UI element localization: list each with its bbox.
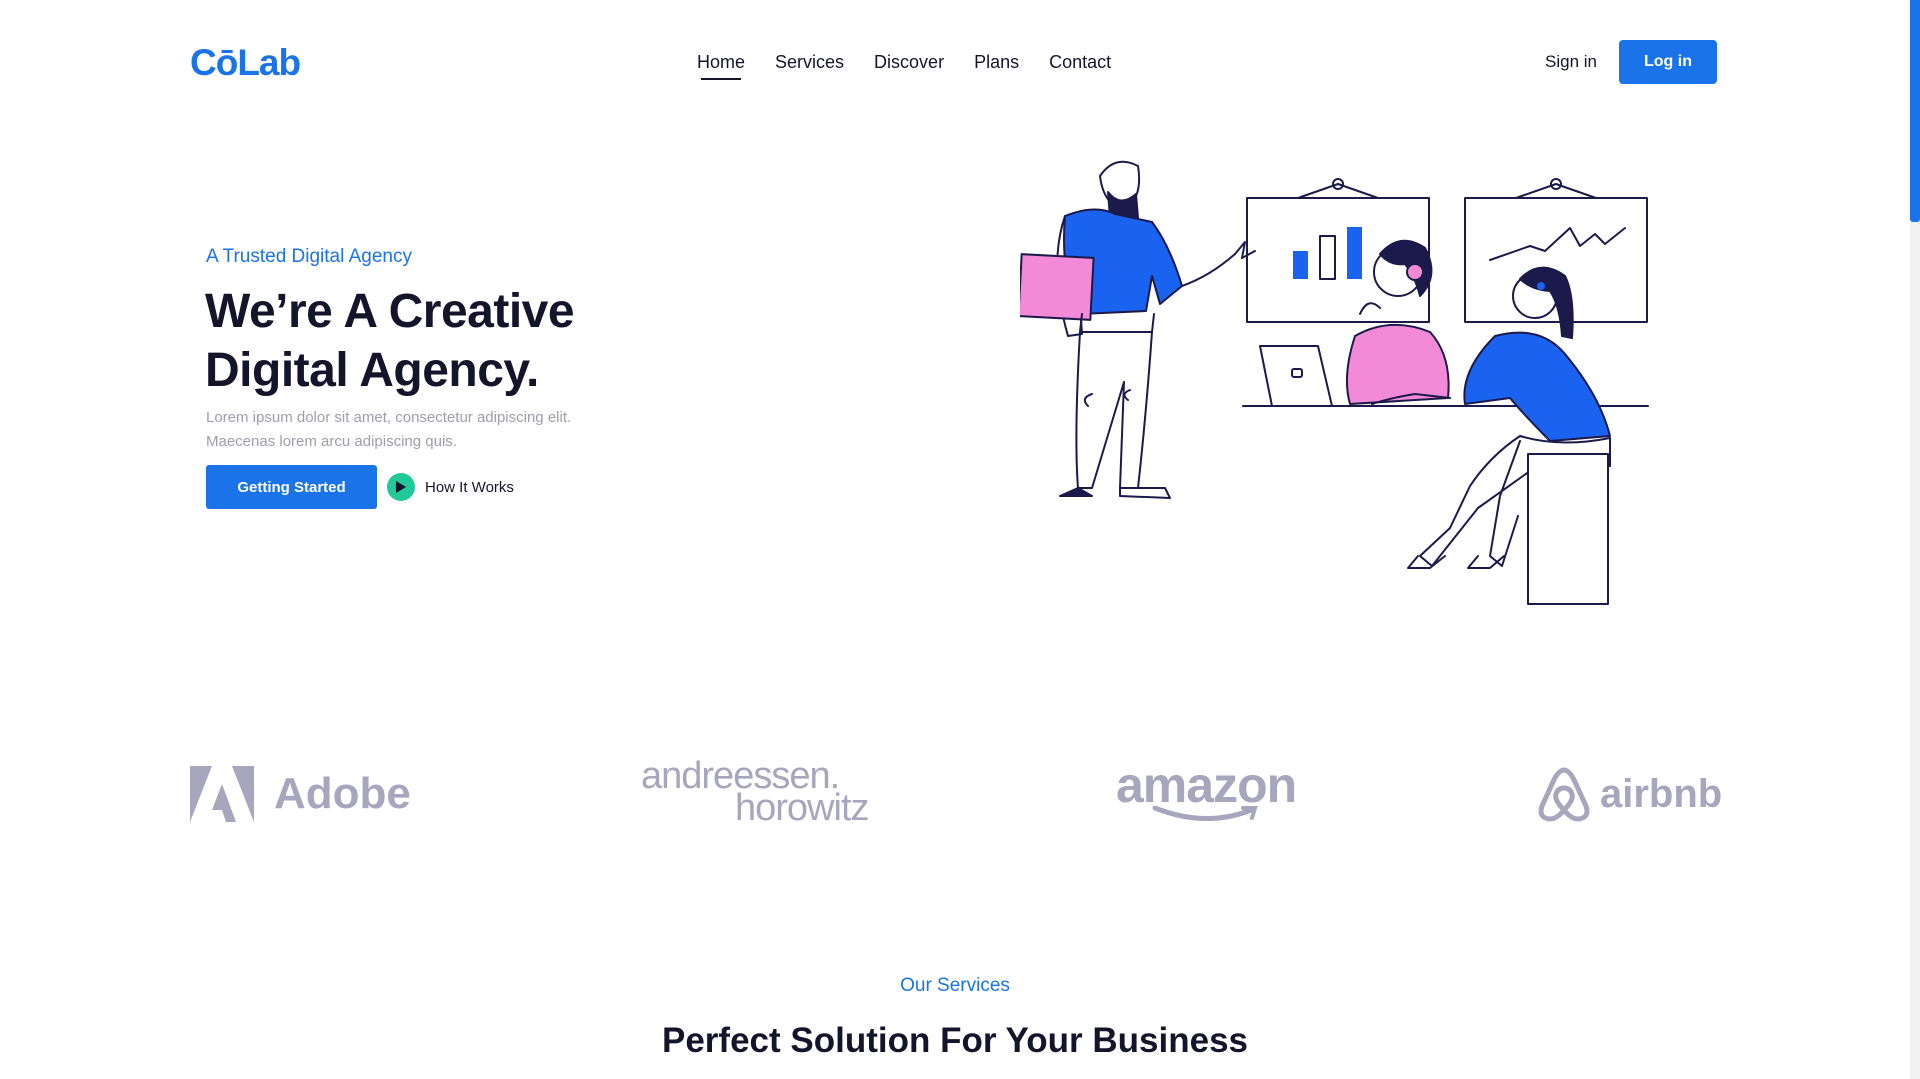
hero-desc-line2: Maecenas lorem arcu adipiscing quis. [206, 433, 457, 450]
adobe-wordmark: Adobe [274, 769, 411, 818]
nav-home[interactable]: Home [697, 50, 745, 80]
getting-started-button[interactable]: Getting Started [206, 465, 377, 509]
services-eyebrow: Our Services [900, 975, 1010, 996]
how-it-works-link[interactable]: How It Works [387, 473, 514, 501]
nav-plans[interactable]: Plans [974, 50, 1019, 74]
airbnb-logo: airbnb [1538, 766, 1722, 822]
airbnb-belo-icon [1538, 767, 1590, 822]
amazon-logo: amazon [1116, 756, 1297, 824]
play-icon [387, 473, 415, 501]
amazon-smile-icon [1152, 806, 1258, 822]
log-in-button[interactable]: Log in [1619, 40, 1717, 84]
adobe-logo: Adobe [190, 766, 411, 822]
nav-contact[interactable]: Contact [1049, 50, 1111, 74]
adobe-mark-icon [190, 766, 254, 822]
hero-title: We’re A Creative Digital Agency. [205, 282, 725, 400]
nav-discover[interactable]: Discover [874, 50, 944, 74]
hero-title-line1: We’re A Creative [205, 285, 575, 338]
services-title: Perfect Solution For Your Business [661, 1021, 1249, 1060]
andreessen-horowitz-logo: andreessen. horowitz [641, 757, 869, 829]
brand-logos: Adobe andreessen. horowitz amazon airbnb [190, 757, 1722, 830]
hero-title-line2: Digital Agency. [205, 344, 539, 397]
nav-services[interactable]: Services [775, 50, 844, 74]
a16z-line2: horowitz [735, 787, 869, 829]
airbnb-wordmark: airbnb [1600, 771, 1723, 816]
sign-in-link[interactable]: Sign in [1545, 50, 1597, 74]
site-header: CōLab Home Services Discover Plans Conta… [0, 0, 1910, 124]
hero-desc-line1: Lorem ipsum dolor sit amet, consectetur … [206, 409, 572, 426]
hero-description: Lorem ipsum dolor sit amet, consectetur … [206, 406, 686, 454]
how-it-works-label: How It Works [425, 478, 514, 496]
colab-logo[interactable]: CōLab [190, 40, 301, 86]
team-meeting-illustration [1020, 160, 1649, 605]
main-nav: Home Services Discover Plans Contact [697, 50, 1111, 80]
hero-eyebrow: A Trusted Digital Agency [206, 246, 412, 267]
scrollbar-thumb[interactable] [1910, 0, 1920, 222]
